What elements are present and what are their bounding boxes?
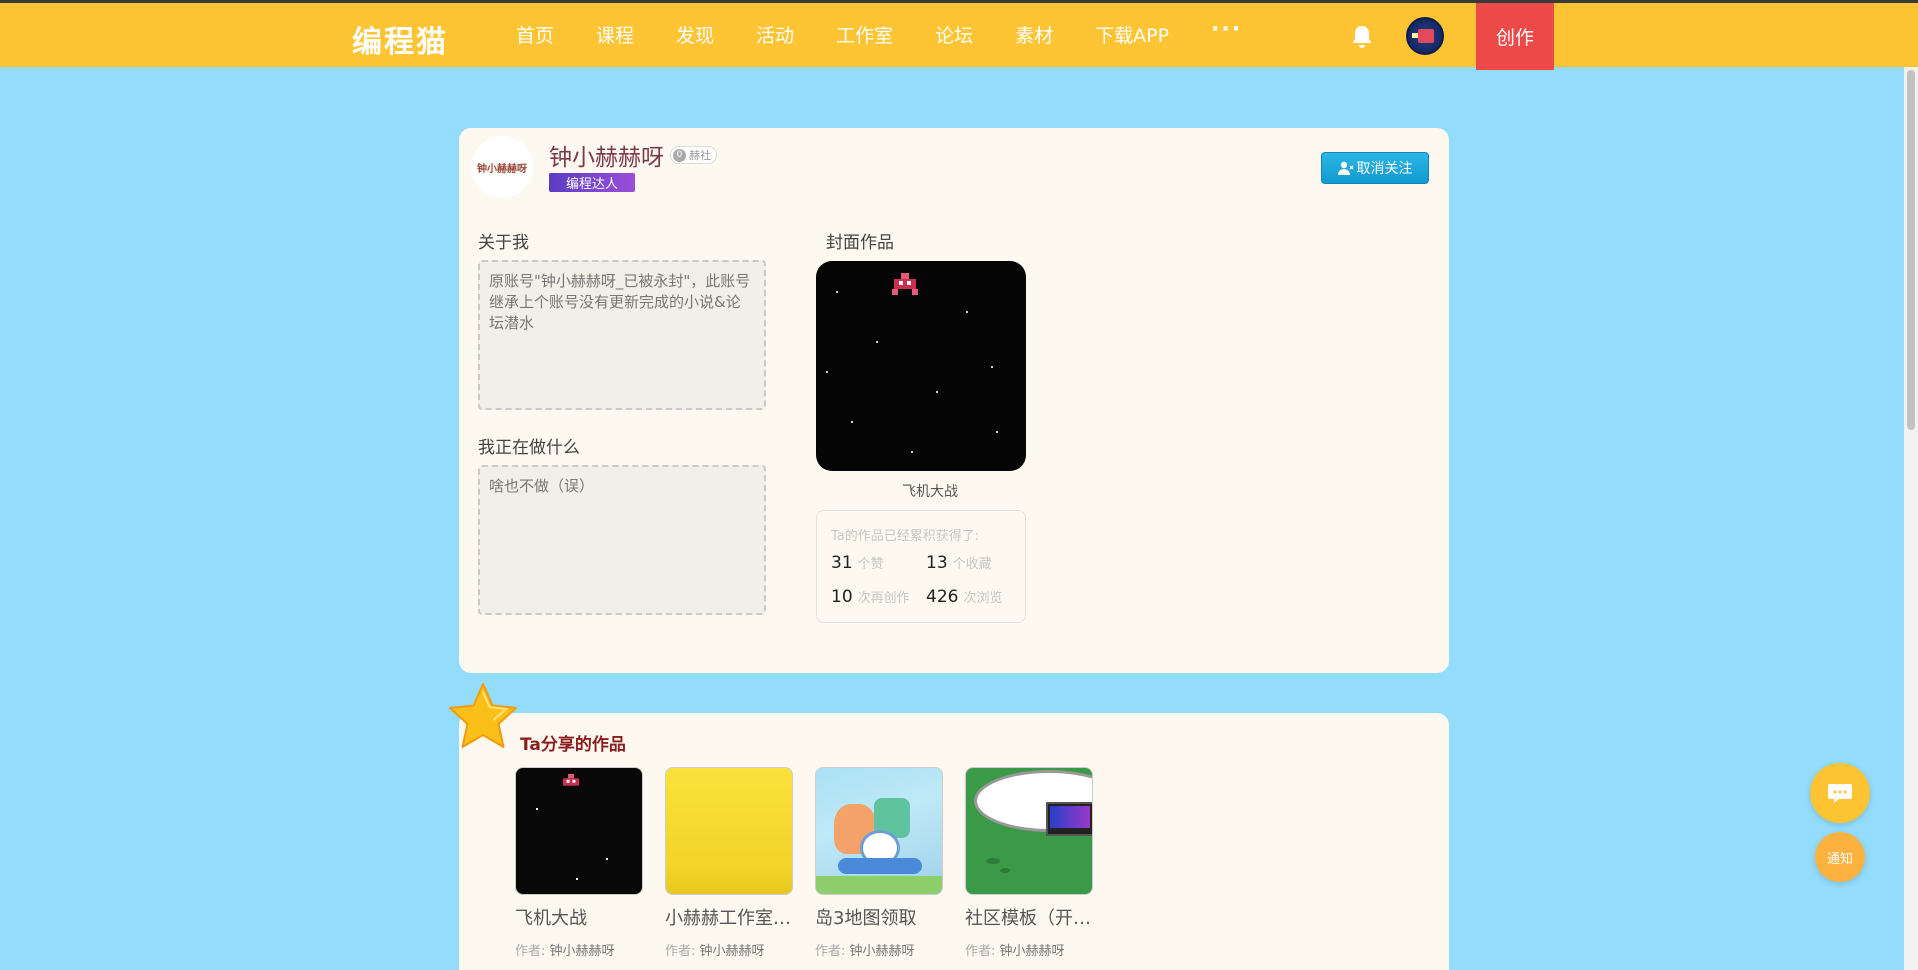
about-me-textbox: 原账号"钟小赫赫呀_已被永封"，此账号继承上个账号没有更新完成的小说&论坛潜水 xyxy=(478,260,766,410)
unfollow-label: 取消关注 xyxy=(1356,161,1413,177)
stat-likes: 31 个赞 xyxy=(831,553,884,573)
stat-favorites: 13 个收藏 xyxy=(926,553,992,573)
nav-item-courses[interactable]: 课程 xyxy=(596,21,634,48)
star-dot xyxy=(606,858,608,860)
author-prefix: 作者: xyxy=(665,944,696,959)
chat-button[interactable] xyxy=(1810,763,1870,823)
play-banner xyxy=(838,858,922,874)
user-avatar[interactable] xyxy=(1406,17,1444,55)
work-author: 作者: 钟小赫赫呀 xyxy=(665,940,795,959)
nav-item-discover[interactable]: 发现 xyxy=(676,21,714,48)
work-thumbnail[interactable] xyxy=(965,767,1093,895)
bell-icon[interactable] xyxy=(1350,24,1374,50)
stat-views: 426 次浏览 xyxy=(926,587,1002,607)
nav-more-button[interactable]: ··· xyxy=(1211,19,1242,48)
stat-unit: 次浏览 xyxy=(963,591,1003,606)
work-author: 作者: 钟小赫赫呀 xyxy=(815,940,945,959)
star-dot xyxy=(991,366,993,368)
club-badge[interactable]: 0 赫社 xyxy=(670,146,717,164)
stat-value: 31 xyxy=(831,553,853,573)
star-dot xyxy=(911,451,913,453)
stat-unit: 个赞 xyxy=(857,557,884,572)
page-scrollbar-thumb[interactable] xyxy=(1907,70,1915,430)
chat-bubble-icon xyxy=(1828,784,1852,803)
shared-works-title: Ta分享的作品 xyxy=(520,735,626,755)
profile-avatar: 钟小赫赫呀 xyxy=(471,136,533,198)
spaceship-icon xyxy=(562,773,580,786)
avatar-decoration xyxy=(1418,29,1434,43)
notification-button[interactable]: 通知 xyxy=(1815,832,1865,882)
nav-item-activities[interactable]: 活动 xyxy=(756,21,794,48)
author-prefix: 作者: xyxy=(815,944,846,959)
doing-textbox: 啥也不做（误） xyxy=(478,465,766,615)
star-icon xyxy=(449,683,517,748)
stat-value: 10 xyxy=(831,587,853,607)
work-card[interactable]: 小赫赫工作室… 作者: 钟小赫赫呀 xyxy=(665,767,795,959)
star-dot xyxy=(836,291,838,293)
stat-unit: 次再创作 xyxy=(857,591,910,606)
cover-work-thumbnail[interactable] xyxy=(816,261,1026,471)
spaceship-icon xyxy=(892,273,918,295)
star-dot xyxy=(826,371,828,373)
club-name: 赫社 xyxy=(689,149,711,162)
work-card[interactable]: 社区模板（开… 作者: 钟小赫赫呀 xyxy=(965,767,1095,959)
create-button[interactable]: 创作 xyxy=(1476,3,1554,70)
title-badge: 编程达人 xyxy=(549,173,635,192)
work-card[interactable]: 飞机大战 作者: 钟小赫赫呀 xyxy=(515,767,645,959)
stats-box: Ta的作品已经累积获得了: 31 个赞 13 个收藏 10 次再创作 426 次浏览 xyxy=(816,510,1026,623)
work-author: 作者: 钟小赫赫呀 xyxy=(965,940,1095,959)
work-thumbnail[interactable] xyxy=(515,767,643,895)
work-name[interactable]: 社区模板（开… xyxy=(965,904,1095,930)
about-me-label: 关于我 xyxy=(478,233,529,253)
doing-label: 我正在做什么 xyxy=(478,438,580,458)
stat-unit: 个收藏 xyxy=(952,557,992,572)
main-nav: 首页 课程 发现 活动 工作室 论坛 素材 下载APP ··· xyxy=(516,19,1242,48)
grass-patch xyxy=(986,858,1000,864)
work-author: 作者: 钟小赫赫呀 xyxy=(515,940,645,959)
star-dot xyxy=(996,431,998,433)
stat-value: 13 xyxy=(926,553,948,573)
ground-strip xyxy=(816,876,942,894)
profile-avatar-text: 钟小赫赫呀 xyxy=(477,163,527,175)
stat-value: 426 xyxy=(926,587,959,607)
profile-card: 钟小赫赫呀 钟小赫赫呀 0 赫社 编程达人 取消关注 关于我 原账号"钟小赫赫呀… xyxy=(459,128,1449,673)
profile-username: 钟小赫赫呀 xyxy=(549,145,664,171)
author-name[interactable]: 钟小赫赫呀 xyxy=(850,944,915,959)
user-icon xyxy=(1337,161,1353,175)
unfollow-button[interactable]: 取消关注 xyxy=(1321,152,1429,184)
nav-item-home[interactable]: 首页 xyxy=(516,21,554,48)
work-name[interactable]: 飞机大战 xyxy=(515,904,645,930)
author-name[interactable]: 钟小赫赫呀 xyxy=(1000,944,1065,959)
author-name[interactable]: 钟小赫赫呀 xyxy=(550,944,615,959)
nav-item-studio[interactable]: 工作室 xyxy=(836,21,893,48)
work-name[interactable]: 岛3地图领取 xyxy=(815,904,945,930)
work-thumbnail[interactable] xyxy=(815,767,943,895)
star-dot xyxy=(876,341,878,343)
star-dot xyxy=(851,421,853,423)
top-navbar: 编程猫 首页 课程 发现 活动 工作室 论坛 素材 下载APP ··· 创作 xyxy=(0,0,1918,70)
cover-work-label: 封面作品 xyxy=(826,233,894,253)
work-thumbnail[interactable] xyxy=(665,767,793,895)
nav-item-download-app[interactable]: 下载APP xyxy=(1095,21,1169,48)
author-name[interactable]: 钟小赫赫呀 xyxy=(700,944,765,959)
star-dot xyxy=(576,878,578,880)
nav-item-materials[interactable]: 素材 xyxy=(1015,21,1053,48)
star-dot xyxy=(536,808,538,810)
author-prefix: 作者: xyxy=(515,944,546,959)
work-card[interactable]: 岛3地图领取 作者: 钟小赫赫呀 xyxy=(815,767,945,959)
stats-title: Ta的作品已经累积获得了: xyxy=(831,529,980,544)
screen-content xyxy=(1050,806,1090,828)
stat-remixes: 10 次再创作 xyxy=(831,587,910,607)
work-name[interactable]: 小赫赫工作室… xyxy=(665,904,795,930)
cover-work-name[interactable]: 飞机大战 xyxy=(816,481,1044,501)
club-level-icon: 0 xyxy=(673,148,686,162)
star-dot xyxy=(936,391,938,393)
grass-patch xyxy=(1000,868,1010,873)
author-prefix: 作者: xyxy=(965,944,996,959)
star-dot xyxy=(966,311,968,313)
nav-item-forum[interactable]: 论坛 xyxy=(935,21,973,48)
logo[interactable]: 编程猫 xyxy=(352,17,448,61)
